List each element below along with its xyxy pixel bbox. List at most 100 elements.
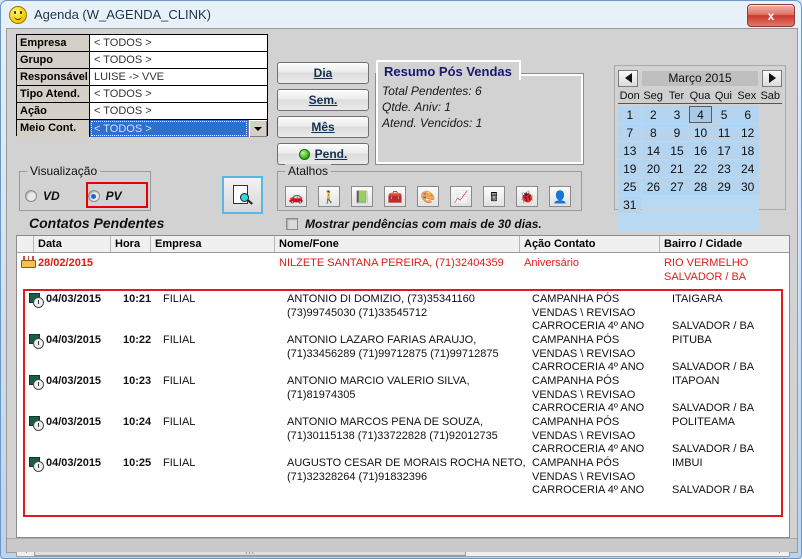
- column-header-nome-fone[interactable]: Nome/Fone: [275, 236, 520, 252]
- table-row[interactable]: 04/03/2015 10:24 FILIAL ANTONIO MARCOS PENA…: [25, 414, 781, 455]
- calendar-day-22[interactable]: 22: [688, 160, 713, 177]
- filter-row-grupo[interactable]: Grupo < TODOS >: [17, 52, 267, 69]
- mes-button[interactable]: Mês: [277, 116, 369, 138]
- cell-empresa: FILIAL: [163, 334, 196, 346]
- cell-bairro-cidade: ITAIGARA SALVADOR / BA: [668, 291, 781, 332]
- calendar-day-26[interactable]: 26: [641, 178, 666, 195]
- calendar-day-5[interactable]: 5: [712, 106, 736, 123]
- cell-acao-contato: CAMPANHA PÓS VENDAS \ REVISAO CARROCERIA…: [532, 334, 645, 373]
- calendar-day-4[interactable]: 4: [688, 106, 713, 123]
- calendar-day-1[interactable]: 1: [618, 106, 642, 123]
- filters-panel: Empresa < TODOS > Grupo < TODOS > Respon…: [16, 34, 268, 137]
- row-icon-cell: [17, 253, 36, 284]
- car-icon[interactable]: 🚗: [285, 186, 307, 207]
- cell-acao-contato: CAMPANHA PÓS VENDAS \ REVISAO CARROCERIA…: [532, 375, 645, 414]
- column-header-empresa[interactable]: Empresa: [151, 236, 275, 252]
- calendar-weekday-row: Don Seg Ter Qua Qui Sex Sab: [618, 89, 782, 104]
- dark-disc-icon[interactable]: 🎨: [417, 186, 439, 207]
- cell-bairro: ITAPOAN: [672, 375, 720, 387]
- filter-row-acao[interactable]: Ação < TODOS >: [17, 103, 267, 120]
- calendar-day-31[interactable]: 31: [618, 196, 642, 213]
- cell-hora: 10:25: [123, 457, 152, 469]
- smiley-icon: [9, 5, 27, 24]
- cell-hora: 10:21: [123, 293, 152, 305]
- dia-button[interactable]: Dia: [277, 62, 369, 84]
- column-header-hora[interactable]: Hora: [111, 236, 151, 252]
- calendar-dow-ter: Ter: [664, 89, 689, 103]
- mostrar-pendencias-30dias-row[interactable]: Mostrar pendências com mais de 30 dias.: [279, 217, 542, 231]
- cell-data: 28/02/2015: [38, 257, 94, 269]
- calendar-day-25[interactable]: 25: [618, 178, 642, 195]
- yellow-person-icon[interactable]: 👤: [549, 186, 571, 207]
- calendar-day-19[interactable]: 19: [618, 160, 642, 177]
- table-row[interactable]: 04/03/2015 10:23 FILIAL ANTONIO MARCIO VALE…: [25, 373, 781, 414]
- column-header-bairro-cidade[interactable]: Bairro / Cidade: [660, 236, 789, 252]
- calendar-day-3[interactable]: 3: [665, 106, 689, 123]
- filter-value-meio-cont[interactable]: < TODOS >: [90, 120, 248, 137]
- pendentes-button[interactable]: Pend.: [277, 143, 369, 165]
- filter-row-responsavel[interactable]: Responsável LUISE -> VVE: [17, 69, 267, 86]
- calendar-day-16[interactable]: 16: [688, 142, 713, 159]
- cell-cidade: SALVADOR / BA: [672, 483, 755, 496]
- calendar-day-15[interactable]: 15: [665, 142, 689, 159]
- cell-nome-fone: ANTONIO LAZARO FARIAS ARAUJO, (71)3345628…: [283, 332, 528, 373]
- calendar-day-29[interactable]: 29: [712, 178, 736, 195]
- chevron-down-icon[interactable]: [248, 120, 267, 137]
- filter-row-empresa[interactable]: Empresa < TODOS >: [17, 35, 267, 52]
- search-button[interactable]: [222, 176, 263, 214]
- filter-value-responsavel[interactable]: LUISE -> VVE: [90, 69, 267, 85]
- calendar-next-month-icon[interactable]: [762, 69, 782, 87]
- person-walking-icon[interactable]: 🚶: [318, 186, 340, 207]
- calendar-day-28[interactable]: 28: [688, 178, 713, 195]
- calendar-day-8[interactable]: 8: [641, 124, 666, 141]
- table-row[interactable]: 04/03/2015 10:25 FILIAL AUGUSTO CESAR DE MO…: [25, 455, 781, 496]
- calendar-day-blank: [665, 196, 689, 213]
- calendar-day-blank: [641, 214, 666, 231]
- calendar-day-12[interactable]: 12: [735, 124, 760, 141]
- calendar-day-21[interactable]: 21: [665, 160, 689, 177]
- filter-row-tipo-atend[interactable]: Tipo Atend. < TODOS >: [17, 86, 267, 103]
- calendar-prev-month-icon[interactable]: [618, 69, 638, 87]
- filter-value-acao[interactable]: < TODOS >: [90, 103, 267, 119]
- table-row[interactable]: 04/03/2015 10:21 FILIAL ANTONIO DI DOMIZIO,…: [25, 291, 781, 332]
- calendar-day-18[interactable]: 18: [735, 142, 760, 159]
- cell-acao-contato: Aniversário: [524, 257, 580, 269]
- filter-value-empresa[interactable]: < TODOS >: [90, 35, 267, 51]
- bug-icon[interactable]: 🐞: [516, 186, 538, 207]
- calendar-day-2[interactable]: 2: [641, 106, 666, 123]
- column-header-icon[interactable]: [17, 236, 34, 252]
- chart-pencil-icon[interactable]: 📈: [450, 186, 472, 207]
- calendar-header: Março 2015: [618, 69, 782, 87]
- calendar-day-11[interactable]: 11: [712, 124, 736, 141]
- calendar-day-7[interactable]: 7: [618, 124, 642, 141]
- calendar-day-27[interactable]: 27: [665, 178, 689, 195]
- table-row-aniversario[interactable]: 28/02/2015 NILZETE SANTANA PEREIRA, (71)…: [17, 253, 789, 284]
- calendar-day-17[interactable]: 17: [712, 142, 736, 159]
- radio-vd[interactable]: [25, 190, 37, 202]
- calendar-day-13[interactable]: 13: [618, 142, 642, 159]
- calendar-day-10[interactable]: 10: [688, 124, 713, 141]
- toolbox-icon[interactable]: 🧰: [384, 186, 406, 207]
- calendar-day-14[interactable]: 14: [641, 142, 666, 159]
- column-header-data[interactable]: Data: [34, 236, 111, 252]
- filter-value-grupo[interactable]: < TODOS >: [90, 52, 267, 68]
- document-search-icon: [233, 184, 253, 206]
- contatos-pendentes-title: Contatos Pendentes: [29, 215, 165, 231]
- calendar-day-6[interactable]: 6: [735, 106, 760, 123]
- mostrar-pendencias-checkbox[interactable]: [286, 218, 298, 230]
- calendar-day-blank: [735, 196, 760, 213]
- green-box-icon[interactable]: 📗: [351, 186, 373, 207]
- calendar-day-20[interactable]: 20: [641, 160, 666, 177]
- filter-row-meio-cont[interactable]: Meio Cont. < TODOS >: [17, 120, 267, 137]
- calendar-day-24[interactable]: 24: [735, 160, 760, 177]
- cell-data: 04/03/2015: [46, 457, 102, 469]
- calendar-day-30[interactable]: 30: [735, 178, 760, 195]
- calculator-icon[interactable]: 🖩: [483, 186, 505, 207]
- close-button[interactable]: x: [747, 4, 795, 27]
- semana-button[interactable]: Sem.: [277, 89, 369, 111]
- calendar-day-23[interactable]: 23: [712, 160, 736, 177]
- calendar-day-9[interactable]: 9: [665, 124, 689, 141]
- filter-value-tipo-atend[interactable]: < TODOS >: [90, 86, 267, 102]
- table-row[interactable]: 04/03/2015 10:22 FILIAL ANTONIO LAZARO FARI…: [25, 332, 781, 373]
- column-header-acao-contato[interactable]: Ação Contato: [520, 236, 660, 252]
